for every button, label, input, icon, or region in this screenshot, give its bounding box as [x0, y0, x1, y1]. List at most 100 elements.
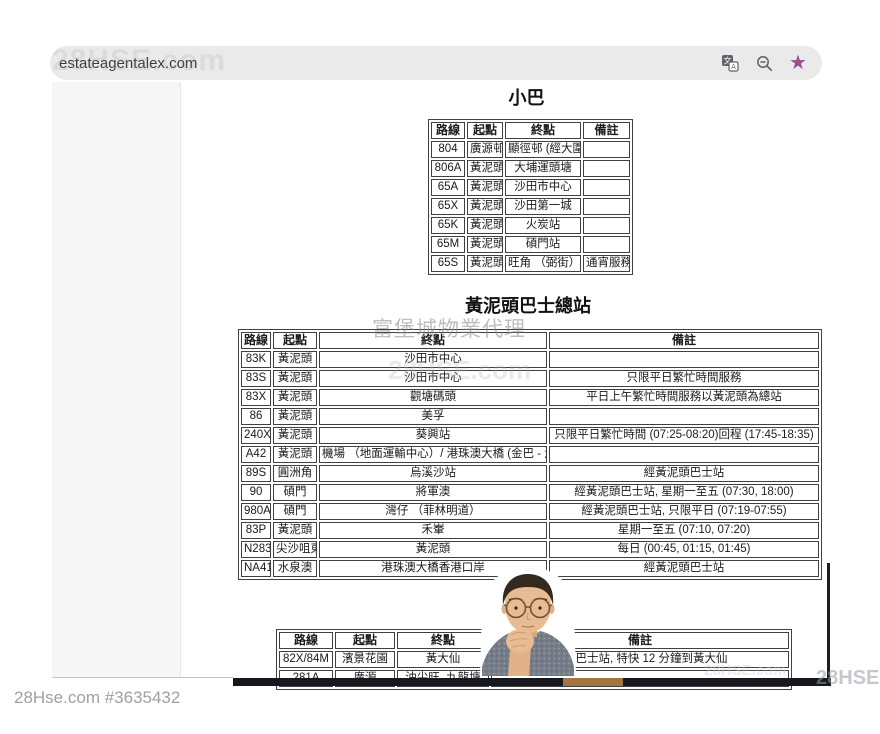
column-header: 終點: [505, 122, 581, 139]
table-cell: 碩門站: [505, 236, 581, 253]
table-cell: 沙田第一城: [505, 198, 581, 215]
table-cell: [549, 446, 819, 463]
column-header: 起點: [467, 122, 503, 139]
table-row: 65X黃泥頭沙田第一城: [431, 198, 630, 215]
table-header-row: 路線起點終點備註: [241, 332, 819, 349]
table-cell: 83K: [241, 351, 271, 368]
table-cell: 65K: [431, 217, 465, 234]
table-cell: 黃泥頭: [467, 236, 503, 253]
table-row: 83S黃泥頭沙田市中心只限平日繁忙時間服務: [241, 370, 819, 387]
table-cell: 葵興站: [319, 427, 547, 444]
table-row: 86黃泥頭美孚: [241, 408, 819, 425]
content-left-gutter: [52, 82, 181, 678]
table-cell: 65M: [431, 236, 465, 253]
table-cell: 只限平日繁忙時間服務: [549, 370, 819, 387]
table-cell: 通宵服務: [583, 255, 630, 272]
table-cell: 240X: [241, 427, 271, 444]
table-cell: 碩門: [273, 503, 317, 520]
table-cell: 星期一至五 (07:10, 07:20): [549, 522, 819, 539]
table-cell: [583, 198, 630, 215]
table-cell: 806A: [431, 160, 465, 177]
bottom-bar-tan-segment: [563, 678, 623, 686]
table-cell: 觀塘碼頭: [319, 389, 547, 406]
bookmark-star-icon[interactable]: ★: [788, 53, 808, 73]
table-cell: [583, 141, 630, 158]
column-header: 起點: [273, 332, 317, 349]
table-cell: 804: [431, 141, 465, 158]
right-edge-line: [827, 563, 830, 685]
column-header: 路線: [241, 332, 271, 349]
table-cell: 黃泥頭: [467, 198, 503, 215]
table-cell: N283: [241, 541, 271, 558]
table-row: 65A黃泥頭沙田市中心: [431, 179, 630, 196]
table-row: 90碩門將軍澳經黃泥頭巴士站, 星期一至五 (07:30, 18:00): [241, 484, 819, 501]
column-header: 起點: [335, 632, 395, 649]
table-header-row: 路線起點終點備註: [431, 122, 630, 139]
table-cell: 經黃泥頭巴士站: [549, 560, 819, 577]
table-cell: 黃泥頭: [273, 408, 317, 425]
table-cell: 65X: [431, 198, 465, 215]
table-cell: 沙田市中心: [319, 351, 547, 368]
table-cell: 顯徑邨 (經大圍): [505, 141, 581, 158]
table-cell: 火炭站: [505, 217, 581, 234]
table-cell: [583, 179, 630, 196]
table-cell: 黃泥頭: [467, 160, 503, 177]
table-cell: 黃泥頭: [273, 351, 317, 368]
table-cell: 圓洲角: [273, 465, 317, 482]
table-cell: 經黃泥頭巴士站, 只限平日 (07:19-07:55): [549, 503, 819, 520]
table-row: 804廣源邨顯徑邨 (經大圍): [431, 141, 630, 158]
table-cell: [549, 408, 819, 425]
translate-icon[interactable]: 文 A: [720, 53, 740, 73]
table-cell: 經黃泥頭巴士站, 星期一至五 (07:30, 18:00): [549, 484, 819, 501]
table-cell: 83P: [241, 522, 271, 539]
table-cell: 黃泥頭: [467, 217, 503, 234]
column-header: 備註: [583, 122, 630, 139]
url-text[interactable]: estateagentalex.com: [59, 55, 720, 72]
table-row: 980A碩門灣仔 （菲林明道）經黃泥頭巴士站, 只限平日 (07:19-07:5…: [241, 503, 819, 520]
table-cell: 碩門: [273, 484, 317, 501]
table-row: 89S圓洲角烏溪沙站經黃泥頭巴士站: [241, 465, 819, 482]
table-cell: 沙田市中心: [505, 179, 581, 196]
table-cell: 黃泥頭: [319, 541, 547, 558]
table-cell: 980A: [241, 503, 271, 520]
section-title-minibus: 小巴: [428, 84, 625, 110]
section-title-terminus: 黃泥頭巴士總站: [238, 292, 818, 318]
table-row: 83X黃泥頭觀塘碼頭平日上午繁忙時間服務以黃泥頭為總站: [241, 389, 819, 406]
column-header: 終點: [397, 632, 489, 649]
table-cell: 禾輋: [319, 522, 547, 539]
table-row: 65S黃泥頭旺角 （弼街）通宵服務: [431, 255, 630, 272]
table-cell: 86: [241, 408, 271, 425]
table-cell: 黃泥頭: [273, 427, 317, 444]
zoom-out-icon[interactable]: [754, 53, 774, 73]
terminus-table: 路線起點終點備註83K黃泥頭沙田市中心83S黃泥頭沙田市中心只限平日繁忙時間服務…: [238, 329, 822, 580]
table-cell: [583, 236, 630, 253]
table-cell: 水泉澳: [273, 560, 317, 577]
watermark-listing-id: 28Hse.com #3635432: [14, 688, 180, 708]
screenshot-root: { "browser": { "url": "estateagentalex.c…: [0, 0, 880, 734]
table-cell: 65A: [431, 179, 465, 196]
table-row: A42黃泥頭機場 （地面運輸中心）/ 港珠澳大橋 (金巴 - 澳門/珠海): [241, 446, 819, 463]
table-cell: 廣源邨: [467, 141, 503, 158]
svg-text:A: A: [731, 63, 736, 71]
table-row: 65K黃泥頭火炭站: [431, 217, 630, 234]
table-cell: 黃大仙: [397, 651, 489, 668]
table-cell: 83X: [241, 389, 271, 406]
minibus-table: 路線起點終點備註804廣源邨顯徑邨 (經大圍)806A黃泥頭大埔運頭塘65A黃泥…: [428, 119, 633, 275]
table-cell: 灣仔 （菲林明道）: [319, 503, 547, 520]
column-header: 路線: [431, 122, 465, 139]
table-cell: 82X/84M: [279, 651, 333, 668]
table-cell: 黃泥頭: [273, 370, 317, 387]
column-header: 備註: [549, 332, 819, 349]
column-header: 終點: [319, 332, 547, 349]
table-row: 83P黃泥頭禾輋星期一至五 (07:10, 07:20): [241, 522, 819, 539]
table-cell: [583, 217, 630, 234]
table-cell: 83S: [241, 370, 271, 387]
table-cell: 尖沙咀東: [273, 541, 317, 558]
table-cell: 機場 （地面運輸中心）/ 港珠澳大橋 (金巴 - 澳門/珠海): [319, 446, 547, 463]
table-cell: 美孚: [319, 408, 547, 425]
table-cell: 只限平日繁忙時間 (07:25-08:20)回程 (17:45-18:35): [549, 427, 819, 444]
table-cell: 每日 (00:45, 01:15, 01:45): [549, 541, 819, 558]
url-bar[interactable]: estateagentalex.com 文 A ★: [50, 46, 822, 80]
table-cell: [583, 160, 630, 177]
table-row: 806A黃泥頭大埔運頭塘: [431, 160, 630, 177]
